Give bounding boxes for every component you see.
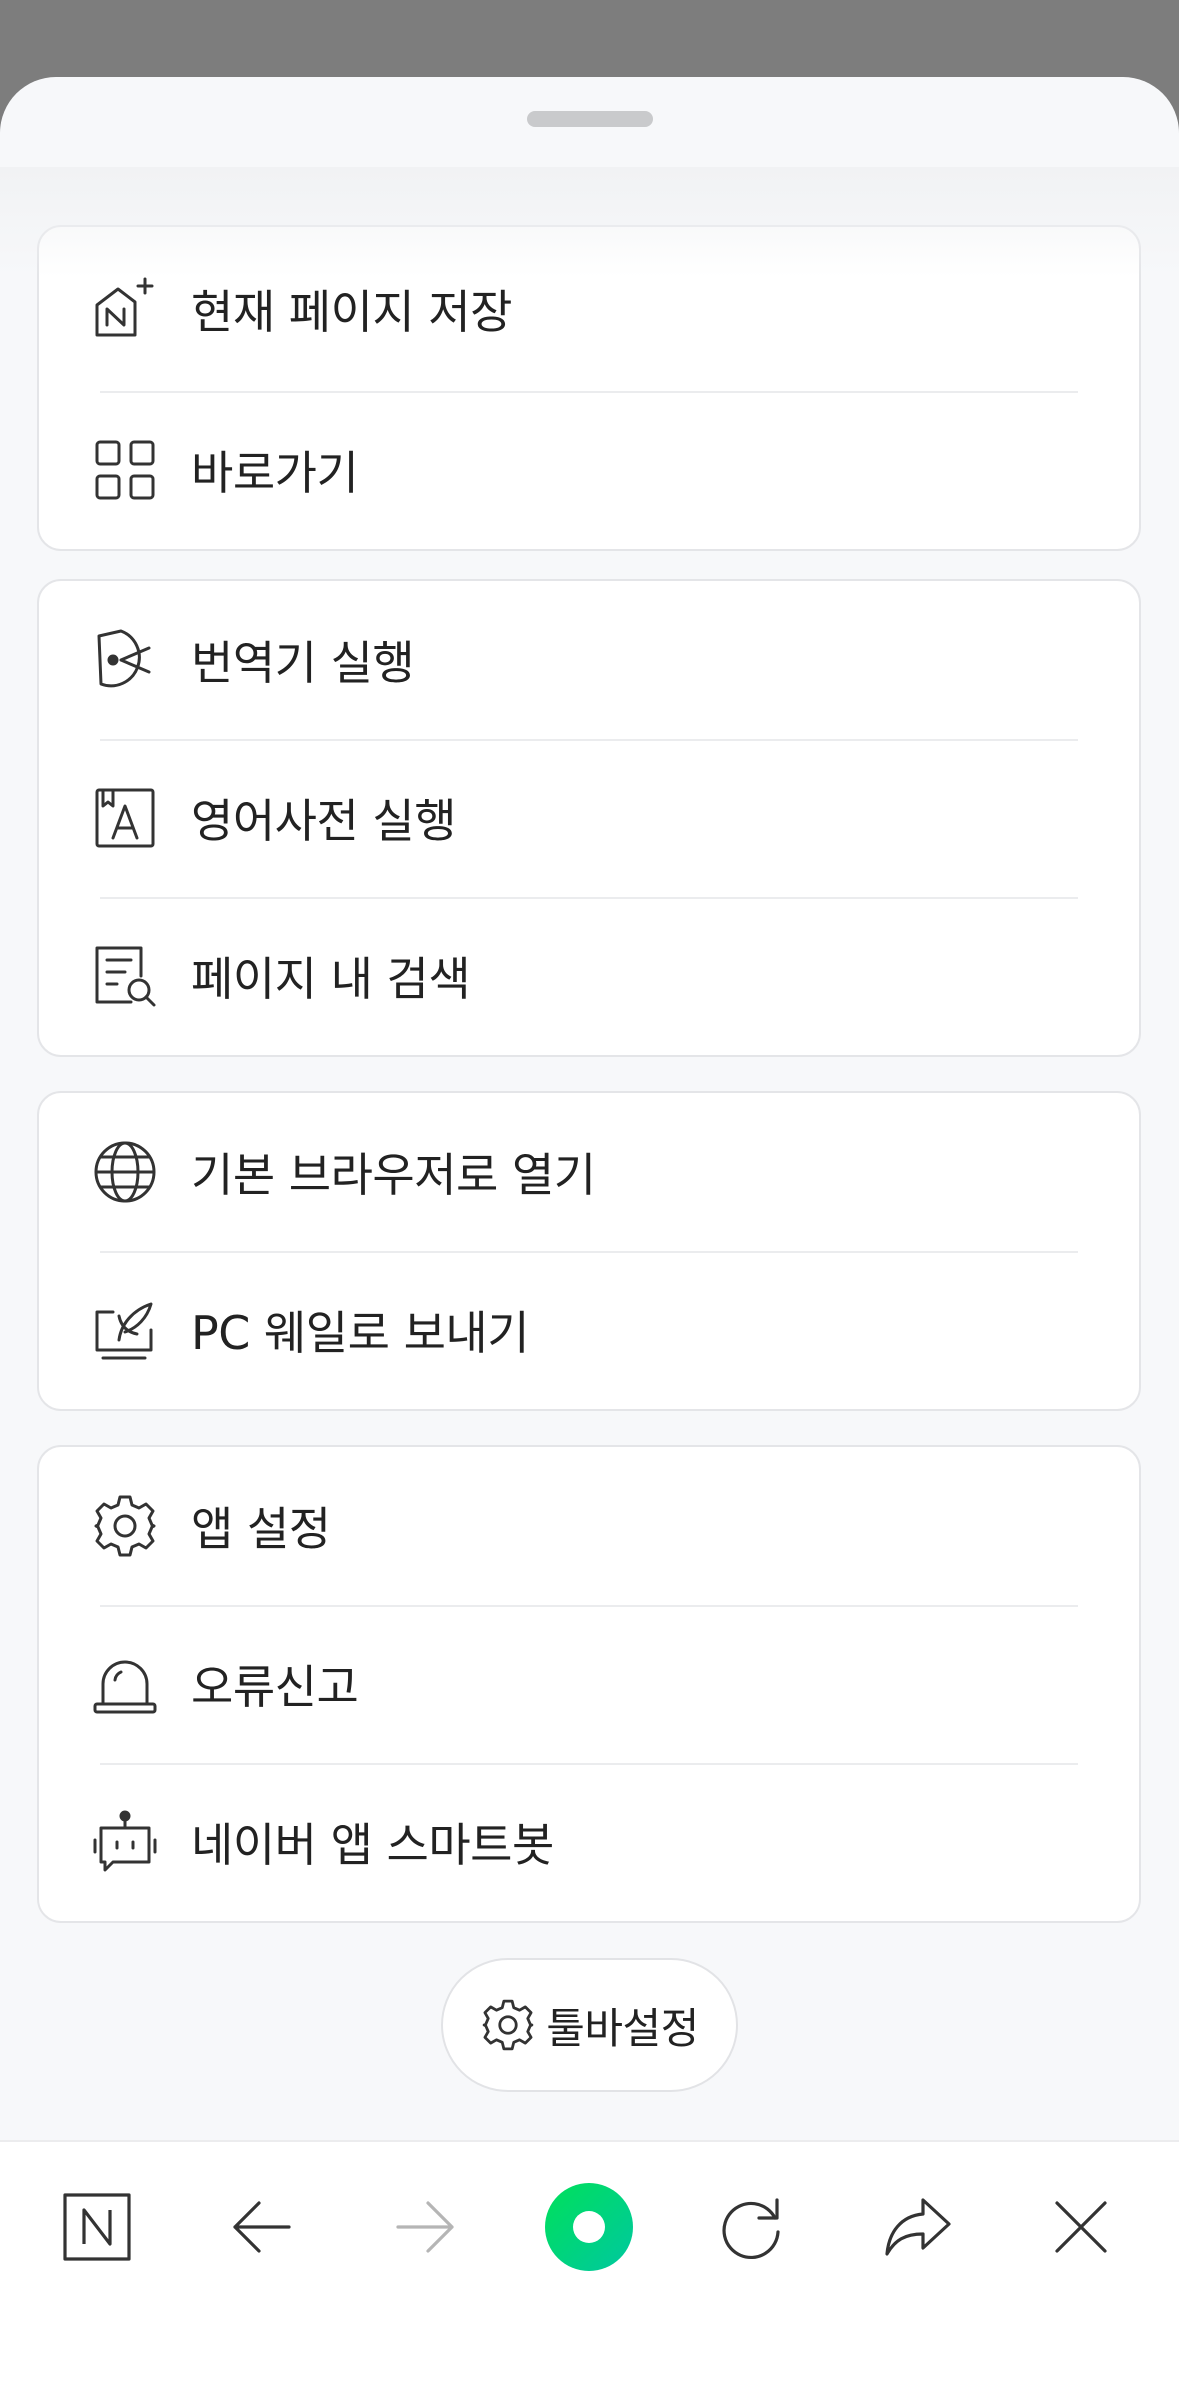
menu-item-save-page[interactable]: 현재 페이지 저장: [39, 227, 1139, 391]
forward-button[interactable]: [380, 2182, 470, 2272]
gear-icon: [480, 1997, 536, 2053]
menu-item-smartbot[interactable]: 네이버 앱 스마트봇: [39, 1763, 1139, 1921]
share-icon: [883, 2196, 953, 2258]
menu-item-app-settings[interactable]: 앱 설정: [39, 1447, 1139, 1605]
menu-item-label: 페이지 내 검색: [191, 952, 471, 1006]
find-in-page-icon: [91, 942, 159, 1010]
menu-item-label: 영어사전 실행: [191, 794, 457, 848]
menu-item-label: 번역기 실행: [191, 636, 415, 690]
menu-item-label: 현재 페이지 저장: [191, 285, 512, 339]
menu-item-send-to-pc[interactable]: PC 웨일로 보내기: [39, 1251, 1139, 1409]
back-button[interactable]: [217, 2182, 307, 2272]
naver-home-icon: [62, 2192, 132, 2262]
menu-group-1: 현재 페이지 저장 바로가기: [37, 225, 1141, 551]
menu-item-label: 네이버 앱 스마트봇: [191, 1818, 554, 1872]
close-icon: [1053, 2199, 1109, 2255]
menu-item-label: 앱 설정: [191, 1502, 331, 1556]
menu-item-report-error[interactable]: 오류신고: [39, 1605, 1139, 1763]
back-arrow-icon: [231, 2196, 293, 2258]
green-dot-menu-icon: [544, 2182, 634, 2272]
shortcut-grid-icon: [91, 436, 159, 504]
send-to-pc-icon: [91, 1296, 159, 1364]
menu-item-open-default-browser[interactable]: 기본 브라우저로 열기: [39, 1093, 1139, 1251]
toolbar-settings-button[interactable]: 툴바설정: [441, 1958, 738, 2092]
close-button[interactable]: [1036, 2182, 1126, 2272]
refresh-icon: [719, 2194, 785, 2260]
refresh-button[interactable]: [707, 2182, 797, 2272]
menu-group-2: 번역기 실행 영어사전 실행 페이지 내 검색: [37, 579, 1141, 1057]
robot-icon: [91, 1808, 159, 1876]
dictionary-icon: [91, 784, 159, 852]
menu-item-label: 기본 브라우저로 열기: [191, 1148, 596, 1202]
menu-item-shortcuts[interactable]: 바로가기: [39, 391, 1139, 549]
share-button[interactable]: [873, 2182, 963, 2272]
drag-handle[interactable]: [527, 111, 653, 127]
main-menu-button[interactable]: [544, 2182, 634, 2272]
menu-item-label: PC 웨일로 보내기: [191, 1306, 530, 1360]
alarm-bell-icon: [91, 1650, 159, 1718]
naver-home-button[interactable]: [52, 2182, 142, 2272]
toolbar-settings-label: 툴바설정: [546, 2003, 699, 2053]
menu-item-translator[interactable]: 번역기 실행: [39, 581, 1139, 739]
menu-group-4: 앱 설정 오류신고 네이버 앱 스마트봇: [37, 1445, 1141, 1923]
save-page-icon: [91, 275, 159, 343]
menu-sheet: 현재 페이지 저장 바로가기 번역기 실행 영어사전 실행 페이지 내 검색 기…: [0, 77, 1179, 2396]
menu-item-dictionary[interactable]: 영어사전 실행: [39, 739, 1139, 897]
menu-item-find-in-page[interactable]: 페이지 내 검색: [39, 897, 1139, 1055]
translator-icon: [91, 626, 159, 694]
gear-icon: [91, 1492, 159, 1560]
globe-icon: [91, 1138, 159, 1206]
bottom-toolbar: [0, 2140, 1179, 2398]
menu-group-3: 기본 브라우저로 열기 PC 웨일로 보내기: [37, 1091, 1141, 1411]
forward-arrow-icon: [394, 2196, 456, 2258]
menu-item-label: 오류신고: [191, 1660, 359, 1714]
menu-item-label: 바로가기: [191, 446, 359, 500]
